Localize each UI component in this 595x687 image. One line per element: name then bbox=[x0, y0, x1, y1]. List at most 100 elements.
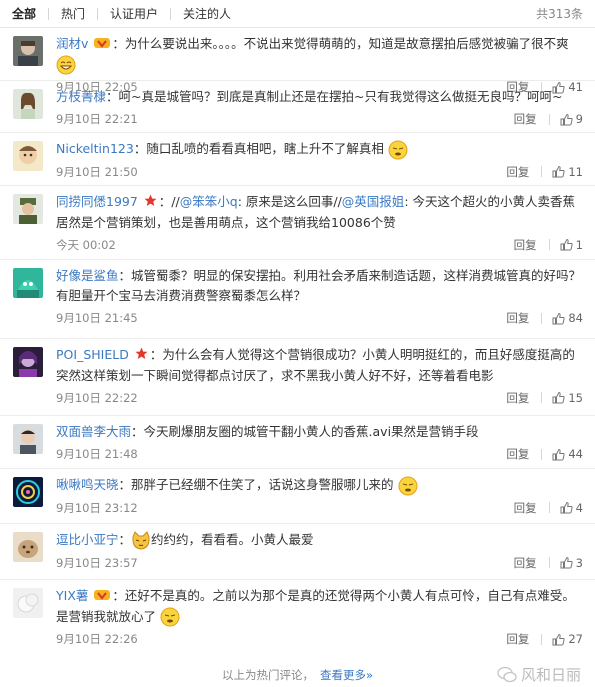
divider bbox=[541, 448, 543, 460]
tab-following[interactable]: 关注的人 bbox=[183, 5, 231, 22]
comment-username[interactable]: 同捞同僁1997 bbox=[56, 194, 138, 209]
like-button[interactable]: 11 bbox=[552, 165, 583, 179]
like-count: 11 bbox=[568, 164, 583, 179]
avatar[interactable] bbox=[13, 141, 43, 171]
tab-verified[interactable]: 认证用户 bbox=[110, 5, 158, 22]
avatar[interactable] bbox=[13, 477, 43, 507]
avatar[interactable] bbox=[13, 89, 43, 119]
comment-username[interactable]: 润材v bbox=[56, 36, 88, 51]
like-button[interactable]: 4 bbox=[560, 501, 583, 515]
like-button[interactable]: 3 bbox=[560, 556, 583, 570]
comment-item: 啾啾鸣天晓：那胖子已经绷不住笑了，话说这身警服哪儿来的 9月10日 23:12 … bbox=[0, 469, 595, 524]
comment-time: 今天 00:02 bbox=[56, 237, 116, 252]
comment-username[interactable]: 啾啾鸣天晓 bbox=[56, 477, 119, 492]
reply-button[interactable]: 回复 bbox=[506, 631, 529, 647]
like-button[interactable]: 84 bbox=[552, 311, 583, 325]
comment-item: POI_SHIELD ：为什么会有人觉得这个营销很成功？小黄人明明挺红的，而且好… bbox=[0, 339, 595, 416]
divider bbox=[541, 312, 543, 324]
watermark: 风和日丽 bbox=[497, 664, 581, 685]
comment-item: YIX薯 ：还好不是真的。之前以为那个是真的还觉得两个小黄人有点可怜，自己有点难… bbox=[0, 580, 595, 652]
reply-button[interactable]: 回复 bbox=[514, 555, 537, 571]
tab-all[interactable]: 全部 bbox=[12, 5, 36, 22]
thumbs-up-icon bbox=[560, 238, 573, 251]
avatar[interactable] bbox=[13, 532, 43, 562]
comment-item: 方枝菁棣：呵~真是城管吗？到底是真制止还是在摆拍~只有我觉得这么做挺无良吗？呵呵… bbox=[0, 81, 595, 133]
comment-separator: ： bbox=[118, 268, 132, 283]
comment-username[interactable]: 双面兽李大雨 bbox=[56, 424, 131, 439]
divider bbox=[548, 113, 550, 125]
emoji-sigh-icon bbox=[388, 140, 408, 159]
comment-username[interactable]: Nickeltin123 bbox=[56, 141, 134, 156]
comment-separator: ： bbox=[133, 141, 147, 156]
comment-text: 呵~真是城管吗？到底是真制止还是在摆拍~只有我觉得这么做挺无良吗？呵呵~ bbox=[118, 89, 563, 104]
star-badge-icon bbox=[144, 193, 157, 213]
like-count: 1 bbox=[575, 237, 583, 252]
comment-username[interactable]: POI_SHIELD bbox=[56, 347, 129, 362]
comment-time: 9月10日 21:45 bbox=[56, 311, 138, 325]
emoji-grin-icon bbox=[56, 55, 76, 75]
like-count: 4 bbox=[575, 500, 583, 515]
comment-time: 9月10日 23:57 bbox=[56, 555, 138, 570]
comment-time: 9月10日 22:26 bbox=[56, 632, 138, 646]
avatar[interactable] bbox=[13, 36, 43, 66]
reply-button[interactable]: 回复 bbox=[506, 390, 529, 406]
reply-button[interactable]: 回复 bbox=[506, 310, 529, 326]
comment-separator: ： bbox=[149, 347, 163, 362]
repost-prefix: // bbox=[171, 194, 180, 209]
like-button[interactable]: 1 bbox=[560, 238, 583, 252]
like-count: 84 bbox=[568, 311, 583, 325]
comment-time: 9月10日 23:12 bbox=[56, 500, 138, 515]
avatar[interactable] bbox=[13, 588, 43, 618]
thumbs-up-icon bbox=[552, 633, 565, 645]
reply-button[interactable]: 回复 bbox=[506, 446, 529, 462]
comment-username[interactable]: 方枝菁棣 bbox=[56, 89, 106, 104]
comment-text: 约约约，看看看。小黄人最爱 bbox=[151, 532, 314, 547]
divider bbox=[548, 502, 550, 513]
wechat-icon bbox=[497, 666, 517, 682]
like-count: 27 bbox=[568, 632, 583, 646]
comment-item: 润材v ：为什么要说出来。。。。不说出来觉得萌萌的，知道是故意摆拍后感觉被骗了很… bbox=[0, 28, 595, 94]
divider bbox=[541, 392, 543, 403]
comment-separator: ： bbox=[118, 477, 132, 492]
comment-text: 随口乱喷的看看真相吧，瞎上升不了解真相 bbox=[146, 141, 384, 156]
mention-link[interactable]: @笨笨小q bbox=[180, 194, 238, 209]
footer-text: 以上为热门评论， bbox=[221, 668, 314, 682]
watermark-text: 风和日丽 bbox=[520, 666, 581, 684]
comment-separator: ： bbox=[118, 532, 132, 547]
comment-text: 为什么要说出来。。。。不说出来觉得萌萌的，知道是故意摆拍后感觉被骗了很不爽 bbox=[124, 36, 569, 51]
reply-button[interactable]: 回复 bbox=[506, 164, 529, 180]
vip-badge-icon bbox=[94, 35, 111, 55]
emoji-sigh-icon bbox=[398, 476, 418, 495]
comment-separator: ： bbox=[106, 89, 119, 104]
avatar[interactable] bbox=[13, 194, 43, 224]
comment-separator: ： bbox=[131, 424, 144, 439]
like-button[interactable]: 27 bbox=[552, 632, 583, 646]
see-more-link[interactable]: 查看更多» bbox=[320, 667, 373, 683]
avatar[interactable] bbox=[13, 347, 43, 377]
comment-item: 逗比小亚宁： 约约约，看看看。小黄人最爱 9月10日 23:57 回复 3 bbox=[0, 524, 595, 580]
divider bbox=[48, 7, 50, 20]
comment-text: 那胖子已经绷不住笑了，话说这身警服哪儿来的 bbox=[131, 477, 394, 492]
reply-button[interactable]: 回复 bbox=[514, 111, 537, 127]
like-button[interactable]: 44 bbox=[552, 447, 583, 461]
like-button[interactable]: 15 bbox=[552, 391, 583, 405]
tab-hot[interactable]: 热门 bbox=[61, 5, 85, 22]
emoji-cat-icon bbox=[132, 530, 150, 550]
comment-separator: ： bbox=[112, 36, 125, 51]
comment-text: 为什么会有人觉得这个营销很成功？小黄人明明挺红的，而且好感度挺高的突然这样策划一… bbox=[56, 347, 575, 383]
avatar[interactable] bbox=[13, 424, 43, 454]
thumbs-up-icon bbox=[560, 501, 573, 514]
mention-link[interactable]: @英国报姐 bbox=[342, 194, 405, 209]
reply-button[interactable]: 回复 bbox=[514, 500, 537, 516]
comment-item: 好像是鲨鱼：城管蜀黍？明显的保安摆拍。利用社会矛盾来制造话题，这样消费城管真的好… bbox=[0, 260, 595, 339]
reply-button[interactable]: 回复 bbox=[514, 237, 537, 253]
divider bbox=[541, 166, 543, 177]
comment-text: 今天刷爆朋友圈的城管干翻小黄人的香蕉.avi果然是营销手段 bbox=[143, 424, 479, 439]
like-button[interactable]: 9 bbox=[560, 112, 583, 126]
avatar[interactable] bbox=[13, 268, 43, 298]
thumbs-up-icon bbox=[560, 556, 573, 569]
comment-username[interactable]: 逗比小亚宁 bbox=[56, 532, 119, 547]
comment-username[interactable]: 好像是鲨鱼 bbox=[56, 268, 119, 283]
comment-count: 共313条 bbox=[536, 7, 583, 21]
comment-username[interactable]: YIX薯 bbox=[56, 588, 88, 603]
